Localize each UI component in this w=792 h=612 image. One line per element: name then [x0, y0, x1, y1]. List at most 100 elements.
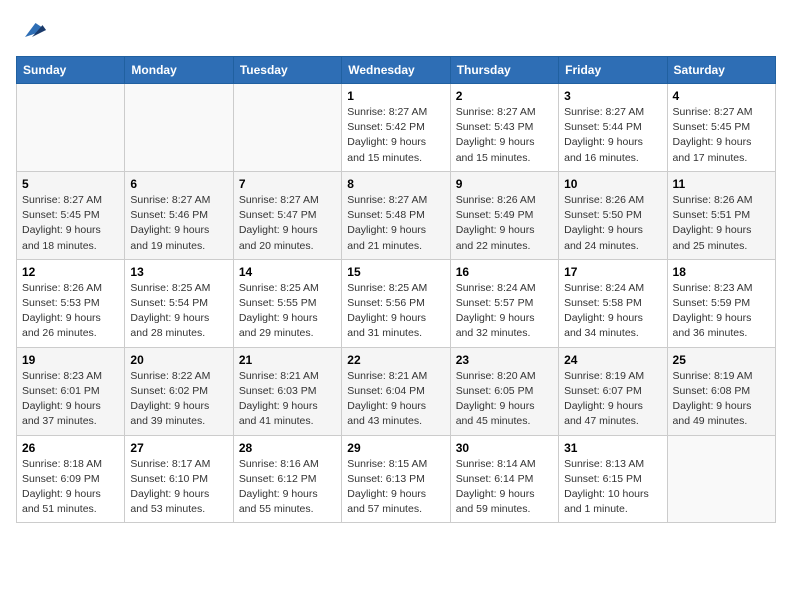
day-info: Sunrise: 8:27 AM Sunset: 5:48 PM Dayligh…	[347, 193, 444, 254]
day-info: Sunrise: 8:27 AM Sunset: 5:45 PM Dayligh…	[673, 105, 770, 166]
day-info: Sunrise: 8:24 AM Sunset: 5:57 PM Dayligh…	[456, 281, 553, 342]
day-info: Sunrise: 8:26 AM Sunset: 5:51 PM Dayligh…	[673, 193, 770, 254]
day-info: Sunrise: 8:20 AM Sunset: 6:05 PM Dayligh…	[456, 369, 553, 430]
day-info: Sunrise: 8:22 AM Sunset: 6:02 PM Dayligh…	[130, 369, 227, 430]
day-number: 28	[239, 441, 336, 455]
calendar-cell: 26 Sunrise: 8:18 AM Sunset: 6:09 PM Dayli…	[17, 435, 125, 523]
day-number: 5	[22, 177, 119, 191]
day-number: 14	[239, 265, 336, 279]
day-info: Sunrise: 8:27 AM Sunset: 5:43 PM Dayligh…	[456, 105, 553, 166]
weekday-header-sunday: Sunday	[17, 57, 125, 84]
day-number: 16	[456, 265, 553, 279]
calendar-cell: 3 Sunrise: 8:27 AM Sunset: 5:44 PM Daylig…	[559, 84, 667, 172]
day-number: 11	[673, 177, 770, 191]
day-number: 21	[239, 353, 336, 367]
day-info: Sunrise: 8:19 AM Sunset: 6:07 PM Dayligh…	[564, 369, 661, 430]
calendar-cell: 13 Sunrise: 8:25 AM Sunset: 5:54 PM Dayli…	[125, 259, 233, 347]
day-number: 2	[456, 89, 553, 103]
calendar-cell: 11 Sunrise: 8:26 AM Sunset: 5:51 PM Dayli…	[667, 171, 775, 259]
calendar-cell: 9Sunrise: 8:26 AM Sunset: 5:49 PM Daylig…	[450, 171, 558, 259]
day-number: 18	[673, 265, 770, 279]
weekday-header-thursday: Thursday	[450, 57, 558, 84]
day-info: Sunrise: 8:21 AM Sunset: 6:04 PM Dayligh…	[347, 369, 444, 430]
calendar-cell: 25Sunrise: 8:19 AM Sunset: 6:08 PM Dayli…	[667, 347, 775, 435]
day-number: 9	[456, 177, 553, 191]
day-number: 8	[347, 177, 444, 191]
logo-icon	[18, 16, 46, 44]
day-info: Sunrise: 8:21 AM Sunset: 6:03 PM Dayligh…	[239, 369, 336, 430]
calendar-cell: 2 Sunrise: 8:27 AM Sunset: 5:43 PM Daylig…	[450, 84, 558, 172]
day-number: 7	[239, 177, 336, 191]
calendar-cell: 21 Sunrise: 8:21 AM Sunset: 6:03 PM Dayli…	[233, 347, 341, 435]
day-info: Sunrise: 8:25 AM Sunset: 5:56 PM Dayligh…	[347, 281, 444, 342]
day-info: Sunrise: 8:27 AM Sunset: 5:47 PM Dayligh…	[239, 193, 336, 254]
calendar-cell: 17 Sunrise: 8:24 AM Sunset: 5:58 PM Dayli…	[559, 259, 667, 347]
calendar-cell	[17, 84, 125, 172]
day-number: 30	[456, 441, 553, 455]
weekday-header-row: SundayMondayTuesdayWednesdayThursdayFrid…	[17, 57, 776, 84]
day-info: Sunrise: 8:27 AM Sunset: 5:44 PM Dayligh…	[564, 105, 661, 166]
day-number: 31	[564, 441, 661, 455]
week-row-4: 19 Sunrise: 8:23 AM Sunset: 6:01 PM Dayli…	[17, 347, 776, 435]
calendar-cell: 28Sunrise: 8:16 AM Sunset: 6:12 PM Dayli…	[233, 435, 341, 523]
week-row-2: 5 Sunrise: 8:27 AM Sunset: 5:45 PM Daylig…	[17, 171, 776, 259]
week-row-5: 26 Sunrise: 8:18 AM Sunset: 6:09 PM Dayli…	[17, 435, 776, 523]
calendar-cell	[233, 84, 341, 172]
day-number: 1	[347, 89, 444, 103]
day-number: 27	[130, 441, 227, 455]
calendar-cell: 24 Sunrise: 8:19 AM Sunset: 6:07 PM Dayli…	[559, 347, 667, 435]
weekday-header-saturday: Saturday	[667, 57, 775, 84]
day-number: 26	[22, 441, 119, 455]
calendar-cell	[667, 435, 775, 523]
day-info: Sunrise: 8:25 AM Sunset: 5:55 PM Dayligh…	[239, 281, 336, 342]
day-number: 24	[564, 353, 661, 367]
weekday-header-tuesday: Tuesday	[233, 57, 341, 84]
day-number: 17	[564, 265, 661, 279]
page-header	[16, 16, 776, 44]
day-number: 3	[564, 89, 661, 103]
day-info: Sunrise: 8:23 AM Sunset: 6:01 PM Dayligh…	[22, 369, 119, 430]
calendar-cell: 20Sunrise: 8:22 AM Sunset: 6:02 PM Dayli…	[125, 347, 233, 435]
day-number: 6	[130, 177, 227, 191]
day-number: 19	[22, 353, 119, 367]
calendar-cell: 27 Sunrise: 8:17 AM Sunset: 6:10 PM Dayli…	[125, 435, 233, 523]
day-number: 22	[347, 353, 444, 367]
day-number: 10	[564, 177, 661, 191]
calendar-cell: 10 Sunrise: 8:26 AM Sunset: 5:50 PM Dayli…	[559, 171, 667, 259]
calendar-cell: 23Sunrise: 8:20 AM Sunset: 6:05 PM Dayli…	[450, 347, 558, 435]
day-number: 4	[673, 89, 770, 103]
calendar-cell: 5 Sunrise: 8:27 AM Sunset: 5:45 PM Daylig…	[17, 171, 125, 259]
calendar-cell: 1 Sunrise: 8:27 AM Sunset: 5:42 PM Daylig…	[342, 84, 450, 172]
calendar-cell: 4 Sunrise: 8:27 AM Sunset: 5:45 PM Daylig…	[667, 84, 775, 172]
calendar-cell: 8 Sunrise: 8:27 AM Sunset: 5:48 PM Daylig…	[342, 171, 450, 259]
calendar-cell	[125, 84, 233, 172]
day-info: Sunrise: 8:17 AM Sunset: 6:10 PM Dayligh…	[130, 457, 227, 518]
day-info: Sunrise: 8:27 AM Sunset: 5:42 PM Dayligh…	[347, 105, 444, 166]
day-number: 13	[130, 265, 227, 279]
calendar-cell: 22 Sunrise: 8:21 AM Sunset: 6:04 PM Dayli…	[342, 347, 450, 435]
calendar-cell: 15 Sunrise: 8:25 AM Sunset: 5:56 PM Dayli…	[342, 259, 450, 347]
week-row-3: 12 Sunrise: 8:26 AM Sunset: 5:53 PM Dayli…	[17, 259, 776, 347]
day-info: Sunrise: 8:19 AM Sunset: 6:08 PM Dayligh…	[673, 369, 770, 430]
day-info: Sunrise: 8:13 AM Sunset: 6:15 PM Dayligh…	[564, 457, 661, 518]
day-info: Sunrise: 8:14 AM Sunset: 6:14 PM Dayligh…	[456, 457, 553, 518]
day-info: Sunrise: 8:15 AM Sunset: 6:13 PM Dayligh…	[347, 457, 444, 518]
calendar-cell: 19 Sunrise: 8:23 AM Sunset: 6:01 PM Dayli…	[17, 347, 125, 435]
calendar-cell: 31 Sunrise: 8:13 AM Sunset: 6:15 PM Dayli…	[559, 435, 667, 523]
day-info: Sunrise: 8:26 AM Sunset: 5:50 PM Dayligh…	[564, 193, 661, 254]
week-row-1: 1 Sunrise: 8:27 AM Sunset: 5:42 PM Daylig…	[17, 84, 776, 172]
day-number: 12	[22, 265, 119, 279]
day-info: Sunrise: 8:24 AM Sunset: 5:58 PM Dayligh…	[564, 281, 661, 342]
day-info: Sunrise: 8:27 AM Sunset: 5:45 PM Dayligh…	[22, 193, 119, 254]
weekday-header-friday: Friday	[559, 57, 667, 84]
day-info: Sunrise: 8:18 AM Sunset: 6:09 PM Dayligh…	[22, 457, 119, 518]
calendar-cell: 7 Sunrise: 8:27 AM Sunset: 5:47 PM Daylig…	[233, 171, 341, 259]
weekday-header-monday: Monday	[125, 57, 233, 84]
day-number: 15	[347, 265, 444, 279]
calendar-table: SundayMondayTuesdayWednesdayThursdayFrid…	[16, 56, 776, 523]
day-info: Sunrise: 8:25 AM Sunset: 5:54 PM Dayligh…	[130, 281, 227, 342]
calendar-cell: 16 Sunrise: 8:24 AM Sunset: 5:57 PM Dayli…	[450, 259, 558, 347]
day-info: Sunrise: 8:26 AM Sunset: 5:53 PM Dayligh…	[22, 281, 119, 342]
calendar-cell: 12 Sunrise: 8:26 AM Sunset: 5:53 PM Dayli…	[17, 259, 125, 347]
day-number: 29	[347, 441, 444, 455]
